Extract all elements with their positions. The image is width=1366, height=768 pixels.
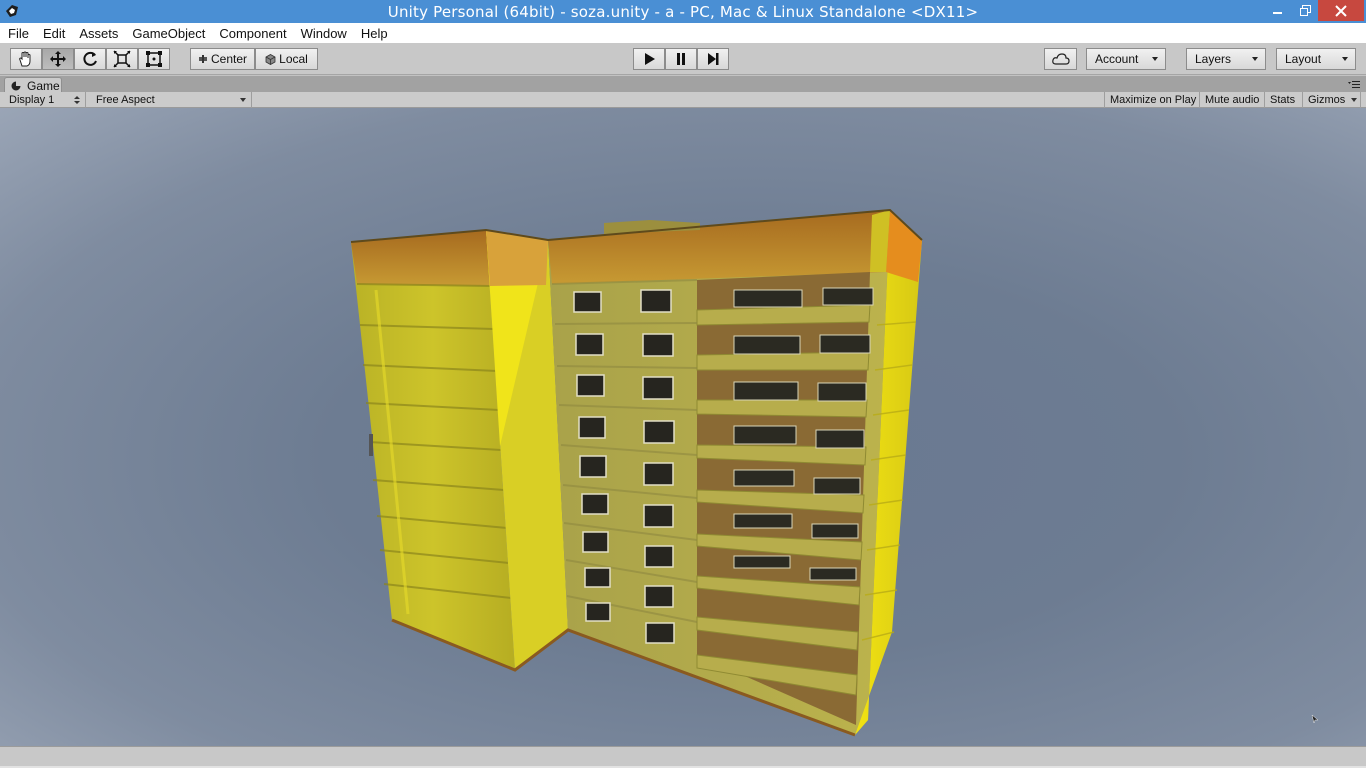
close-button[interactable] (1318, 0, 1364, 21)
gizmos-label: Gizmos (1308, 94, 1346, 106)
left-wing-roof-band (351, 230, 490, 286)
stats-label: Stats (1270, 94, 1296, 106)
hand-tool-button[interactable] (10, 48, 42, 70)
pivot-local-label: Local (279, 52, 308, 66)
mouse-cursor-icon (1311, 714, 1319, 724)
step-icon (708, 53, 719, 65)
game-viewport[interactable] (0, 108, 1366, 746)
layout-dropdown[interactable]: Layout (1276, 48, 1356, 70)
move-arrows-icon (50, 51, 66, 67)
stats-toggle[interactable]: Stats (1265, 92, 1303, 108)
panel-tab-bar: Game (0, 76, 1366, 93)
tab-game[interactable]: Game (4, 77, 62, 93)
display-label: Display 1 (9, 94, 55, 106)
mute-audio-label: Mute audio (1205, 94, 1260, 106)
pivot-center-label: Center (210, 52, 248, 66)
layout-label: Layout (1285, 52, 1322, 66)
pause-button[interactable] (665, 48, 697, 70)
maximize-on-play-toggle[interactable]: Maximize on Play (1104, 92, 1200, 108)
gizmos-dropdown[interactable]: Gizmos (1303, 92, 1361, 108)
aspect-label: Free Aspect (96, 94, 155, 106)
minimize-icon (1273, 11, 1282, 14)
restore-icon (1299, 5, 1311, 16)
local-cube-icon (265, 53, 276, 65)
pause-icon (677, 53, 685, 65)
front-roof-band (548, 210, 890, 284)
game-view-toolbar: Display 1 Free Aspect Maximize on Play M… (0, 92, 1366, 108)
move-tool-button[interactable] (42, 48, 74, 70)
status-bar (0, 746, 1366, 768)
menu-edit[interactable]: Edit (43, 26, 65, 41)
chevron-down-icon (1351, 98, 1357, 102)
building-render (350, 208, 923, 737)
hand-icon (19, 51, 31, 67)
menu-assets[interactable]: Assets (79, 26, 118, 41)
cloud-icon (1051, 53, 1070, 65)
scale-icon (113, 50, 131, 68)
chevron-down-icon (240, 98, 246, 102)
minimize-button[interactable] (1264, 0, 1292, 21)
menu-gameobject[interactable]: GameObject (132, 26, 205, 41)
chevron-down-icon (1342, 57, 1348, 61)
window-title: Unity Personal (64bit) - soza.unity - a … (387, 3, 979, 21)
step-button[interactable] (697, 48, 729, 70)
account-dropdown[interactable]: Account (1086, 48, 1166, 70)
rect-transform-icon (146, 51, 162, 67)
cloud-button[interactable] (1044, 48, 1077, 70)
scale-tool-button[interactable] (106, 48, 138, 70)
updown-arrow-icon (74, 96, 80, 104)
panel-menu-icon[interactable] (1348, 79, 1360, 89)
pivot-center-icon (198, 55, 207, 63)
close-icon (1335, 4, 1347, 17)
game-controller-icon (11, 81, 21, 90)
maximize-on-play-label: Maximize on Play (1110, 94, 1197, 106)
layers-dropdown[interactable]: Layers (1186, 48, 1266, 70)
tab-game-label: Game (27, 78, 60, 93)
title-bar: Unity Personal (64bit) - soza.unity - a … (0, 0, 1366, 23)
menu-file[interactable]: File (8, 26, 29, 41)
play-button[interactable] (633, 48, 665, 70)
chevron-down-icon (1252, 57, 1258, 61)
menu-component[interactable]: Component (219, 26, 286, 41)
menu-window[interactable]: Window (301, 26, 347, 41)
play-icon (645, 53, 655, 65)
display-dropdown[interactable]: Display 1 (4, 92, 86, 108)
pivot-local-button[interactable]: Local (255, 48, 318, 70)
rect-tool-button[interactable] (138, 48, 170, 70)
chevron-down-icon (1152, 57, 1158, 61)
pivot-center-button[interactable]: Center (190, 48, 255, 70)
account-label: Account (1095, 52, 1139, 66)
mute-audio-toggle[interactable]: Mute audio (1200, 92, 1265, 108)
layers-label: Layers (1195, 52, 1232, 66)
right-roof-band (886, 210, 922, 282)
rotate-icon (83, 51, 97, 66)
menu-help[interactable]: Help (361, 26, 388, 41)
menu-bar: File Edit Assets GameObject Component Wi… (0, 23, 1366, 43)
restore-button[interactable] (1292, 0, 1318, 21)
aspect-dropdown[interactable]: Free Aspect (91, 92, 252, 108)
main-toolbar: Center Local Account Layers Layout (0, 43, 1366, 75)
rotate-tool-button[interactable] (74, 48, 106, 70)
